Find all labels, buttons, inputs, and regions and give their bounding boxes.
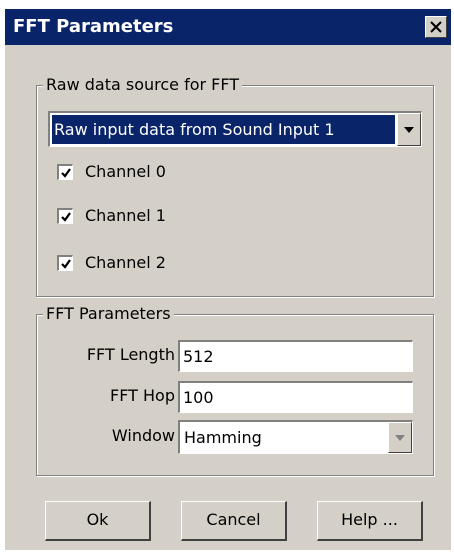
chevron-down-icon bbox=[404, 126, 414, 133]
fft-parameters-dialog: FFT Parameters Raw data source for FFT R… bbox=[5, 9, 451, 550]
channel-0-checkbox[interactable] bbox=[57, 164, 73, 180]
close-icon bbox=[430, 21, 442, 33]
window-title: FFT Parameters bbox=[13, 16, 174, 37]
raw-data-source-value: Raw input data from Sound Input 1 bbox=[52, 115, 395, 144]
fft-length-input[interactable]: 512 bbox=[178, 340, 413, 372]
channel-2-checkbox[interactable] bbox=[57, 255, 73, 271]
window-select[interactable]: Hamming bbox=[178, 420, 413, 454]
ok-button[interactable]: Ok bbox=[45, 501, 151, 541]
cancel-button[interactable]: Cancel bbox=[181, 501, 287, 541]
title-bar[interactable]: FFT Parameters bbox=[5, 9, 451, 45]
fft-hop-input[interactable]: 100 bbox=[178, 381, 413, 413]
chevron-down-icon bbox=[395, 434, 405, 441]
fft-length-label: FFT Length bbox=[86, 345, 175, 364]
checkmark-icon bbox=[61, 212, 71, 222]
channel-1-checkbox[interactable] bbox=[57, 208, 73, 224]
raw-data-source-legend: Raw data source for FFT bbox=[43, 74, 243, 96]
fft-hop-label: FFT Hop bbox=[110, 386, 175, 405]
window-value: Hamming bbox=[184, 428, 262, 447]
checkmark-icon bbox=[61, 168, 71, 178]
channel-2-label: Channel 2 bbox=[85, 253, 166, 272]
checkmark-icon bbox=[61, 259, 71, 269]
close-button[interactable] bbox=[425, 16, 447, 38]
fft-parameters-legend: FFT Parameters bbox=[43, 303, 174, 325]
window-label: Window bbox=[111, 426, 175, 445]
raw-data-source-select[interactable]: Raw input data from Sound Input 1 bbox=[48, 111, 422, 147]
channel-0-label: Channel 0 bbox=[85, 162, 166, 181]
help-button[interactable]: Help ... bbox=[317, 501, 423, 541]
window-dropdown-button[interactable] bbox=[388, 422, 412, 453]
raw-data-source-dropdown-button[interactable] bbox=[397, 113, 421, 146]
channel-1-label: Channel 1 bbox=[85, 206, 166, 225]
